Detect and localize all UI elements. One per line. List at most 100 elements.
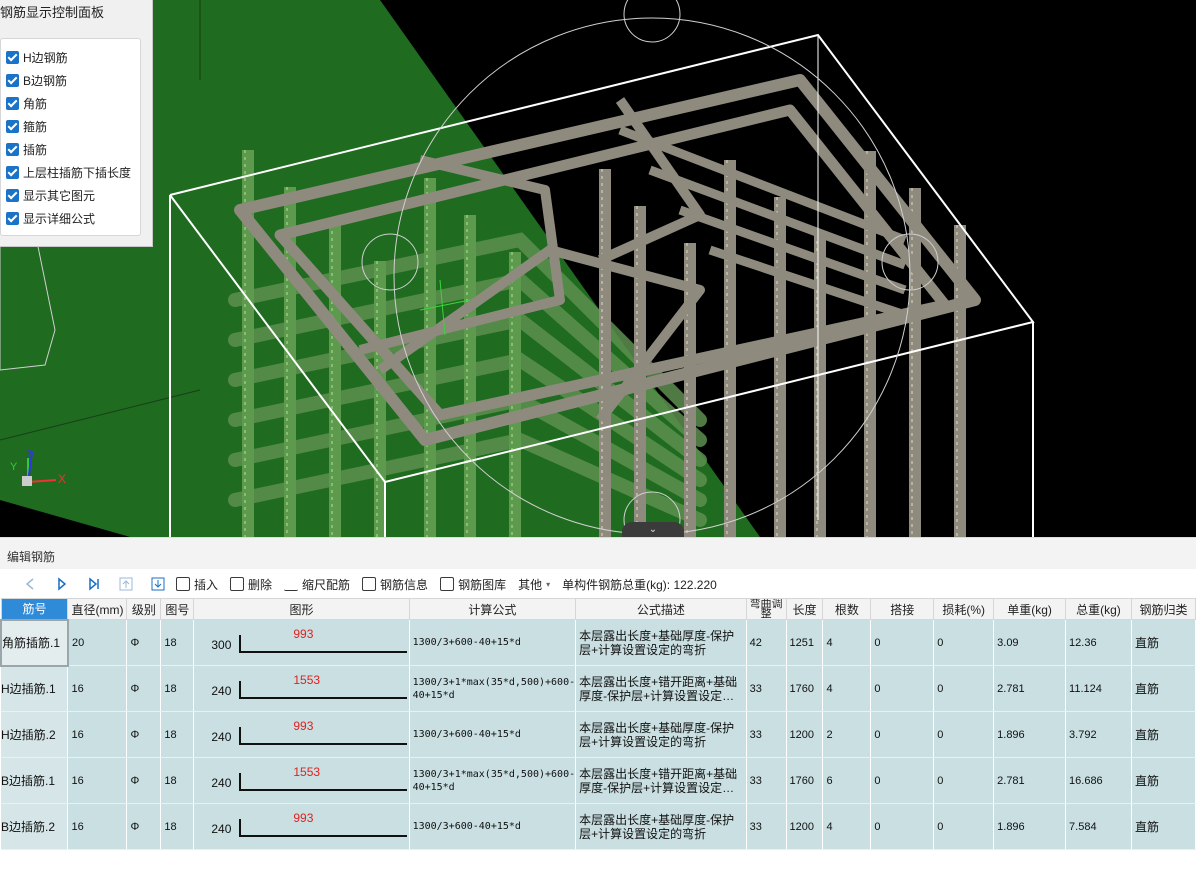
- cell-formula[interactable]: 1300/3+1*max(35*d,500)+600-40+15*d: [409, 665, 577, 712]
- cell-diameter[interactable]: 16: [67, 665, 128, 712]
- cell-total-weight[interactable]: 7.584: [1065, 803, 1132, 850]
- cell-count[interactable]: 6: [822, 757, 872, 804]
- cell-figure-no[interactable]: 18: [160, 803, 195, 850]
- shape-main-length[interactable]: 993: [293, 719, 313, 733]
- table-row[interactable]: H边插筋.2 16 Φ 18 240 993 1300/3+600-40+15*d 本层露出长…: [1, 711, 1196, 758]
- option-upper-dowel-length[interactable]: 上层柱插筋下插长度: [6, 163, 131, 181]
- cell-figure-no[interactable]: 18: [160, 619, 195, 666]
- cell-grade[interactable]: Φ: [126, 665, 162, 712]
- cell-formula[interactable]: 1300/3+600-40+15*d: [409, 803, 577, 850]
- cell-formula[interactable]: 1300/3+600-40+15*d: [409, 619, 577, 666]
- cell-grade[interactable]: Φ: [126, 803, 162, 850]
- cell-bend-adjust[interactable]: 42: [746, 619, 787, 666]
- col-header-count[interactable]: 根数: [822, 598, 872, 620]
- cell-diameter[interactable]: 16: [67, 711, 128, 758]
- cell-grade[interactable]: Φ: [126, 757, 162, 804]
- col-header-formula-desc[interactable]: 公式描述: [575, 598, 747, 620]
- cell-shape[interactable]: 240 1553: [193, 665, 410, 712]
- col-header-figure-no[interactable]: 图号: [160, 598, 195, 620]
- cell-rebar-no[interactable]: B边插筋.1: [1, 757, 69, 804]
- cell-shape[interactable]: 240 993: [193, 711, 410, 758]
- first-record-icon[interactable]: [23, 577, 37, 591]
- cell-category[interactable]: 直筋: [1131, 665, 1196, 712]
- shape-main-length[interactable]: 993: [293, 811, 313, 825]
- option-stirrup[interactable]: 箍筋: [6, 117, 47, 135]
- col-header-diameter[interactable]: 直径(mm): [67, 598, 128, 620]
- insert-button[interactable]: 插入: [176, 573, 218, 595]
- table-row[interactable]: B边插筋.1 16 Φ 18 240 1553 1300/3+1*max(35*d,500)…: [1, 757, 1196, 804]
- cell-diameter[interactable]: 16: [67, 757, 128, 804]
- col-header-rebar-no[interactable]: 筋号: [0, 598, 69, 620]
- option-show-other-elements[interactable]: 显示其它图元: [6, 186, 95, 204]
- rebar-3d-scene[interactable]: X Y Z: [0, 0, 1196, 537]
- cell-formula-desc[interactable]: 本层露出长度+错开距离+基础厚度-保护层+计算设置设定…: [575, 757, 747, 804]
- cell-shape[interactable]: 240 1553: [193, 757, 410, 804]
- cell-total-weight[interactable]: 16.686: [1065, 757, 1132, 804]
- next-record-icon[interactable]: [55, 577, 69, 591]
- cell-formula-desc[interactable]: 本层露出长度+错开距离+基础厚度-保护层+计算设置设定…: [575, 665, 747, 712]
- table-row[interactable]: B边插筋.2 16 Φ 18 240 993 1300/3+600-40+15*d 本层露出长…: [1, 803, 1196, 850]
- option-corner-rebar[interactable]: 角筋: [6, 94, 47, 112]
- col-header-unit-weight[interactable]: 单重(kg): [993, 598, 1067, 620]
- shape-main-length[interactable]: 993: [293, 627, 313, 641]
- cell-rebar-no[interactable]: H边插筋.2: [1, 711, 69, 758]
- shape-hook-length[interactable]: 240: [211, 684, 231, 698]
- cell-loss[interactable]: 0: [933, 665, 995, 712]
- cell-loss[interactable]: 0: [933, 619, 995, 666]
- cell-count[interactable]: 4: [822, 619, 872, 666]
- cell-lap[interactable]: 0: [870, 665, 935, 712]
- cell-bend-adjust[interactable]: 33: [746, 711, 787, 758]
- cell-count[interactable]: 4: [822, 803, 872, 850]
- cell-rebar-no[interactable]: H边插筋.1: [1, 665, 69, 712]
- shape-hook-length[interactable]: 240: [211, 730, 231, 744]
- rebar-table[interactable]: 筋号 直径(mm) 级别 图号 图形 计算公式 公式描述 弯曲调整 长度 根数 …: [0, 598, 1196, 873]
- shape-hook-length[interactable]: 240: [211, 822, 231, 836]
- 3d-viewport[interactable]: X Y Z 钢筋显示控制面板 H边钢筋 B边钢筋 角筋 箍筋 插筋 上层柱插筋下…: [0, 0, 1196, 537]
- col-header-lap[interactable]: 搭接: [870, 598, 935, 620]
- cell-grade[interactable]: Φ: [126, 711, 162, 758]
- cell-length[interactable]: 1251: [786, 619, 824, 666]
- table-row[interactable]: 角筋插筋.1 20 Φ 18 300 993 1300/3+600-40+15*d 本层露出长…: [0, 618, 1196, 667]
- move-down-icon[interactable]: [151, 577, 165, 591]
- cell-length[interactable]: 1200: [786, 803, 824, 850]
- cell-rebar-no[interactable]: B边插筋.2: [1, 803, 69, 850]
- cell-lap[interactable]: 0: [870, 711, 935, 758]
- collapse-panel-button[interactable]: ⌄: [622, 522, 684, 537]
- checkbox-icon[interactable]: [6, 119, 19, 133]
- cell-category[interactable]: 直筋: [1131, 757, 1196, 804]
- shape-main-length[interactable]: 1553: [293, 673, 320, 687]
- cell-bend-adjust[interactable]: 33: [746, 757, 787, 804]
- cell-length[interactable]: 1760: [786, 665, 824, 712]
- cell-bend-adjust[interactable]: 33: [746, 665, 787, 712]
- cell-loss[interactable]: 0: [933, 803, 995, 850]
- cell-category[interactable]: 直筋: [1131, 803, 1196, 850]
- col-header-category[interactable]: 钢筋归类: [1130, 598, 1196, 620]
- cell-loss[interactable]: 0: [933, 711, 995, 758]
- cell-total-weight[interactable]: 3.792: [1065, 711, 1132, 758]
- option-h-rebar[interactable]: H边钢筋: [6, 48, 68, 66]
- checkbox-icon[interactable]: [6, 96, 19, 110]
- last-record-icon[interactable]: [87, 577, 101, 591]
- cell-diameter[interactable]: 20: [67, 619, 128, 666]
- checkbox-icon[interactable]: [6, 73, 19, 87]
- cell-category[interactable]: 直筋: [1131, 711, 1196, 758]
- cell-figure-no[interactable]: 18: [160, 665, 195, 712]
- cell-length[interactable]: 1760: [786, 757, 824, 804]
- col-header-formula[interactable]: 计算公式: [408, 598, 577, 620]
- cell-unit-weight[interactable]: 2.781: [993, 665, 1067, 712]
- rebar-info-button[interactable]: 钢筋信息: [362, 573, 428, 595]
- table-row[interactable]: H边插筋.1 16 Φ 18 240 1553 1300/3+1*max(35*d,500)…: [1, 665, 1196, 712]
- cell-unit-weight[interactable]: 1.896: [993, 711, 1067, 758]
- cell-shape[interactable]: 300 993: [193, 619, 410, 666]
- cell-rebar-no[interactable]: 角筋插筋.1: [0, 618, 69, 667]
- cell-unit-weight[interactable]: 3.09: [993, 619, 1067, 666]
- cell-figure-no[interactable]: 18: [160, 711, 195, 758]
- option-b-rebar[interactable]: B边钢筋: [6, 71, 67, 89]
- cell-bend-adjust[interactable]: 33: [746, 803, 787, 850]
- checkbox-icon[interactable]: [6, 188, 19, 202]
- checkbox-icon[interactable]: [6, 142, 19, 156]
- move-up-icon[interactable]: [119, 577, 133, 591]
- cell-lap[interactable]: 0: [870, 757, 935, 804]
- cell-total-weight[interactable]: 12.36: [1065, 619, 1132, 666]
- cell-figure-no[interactable]: 18: [160, 757, 195, 804]
